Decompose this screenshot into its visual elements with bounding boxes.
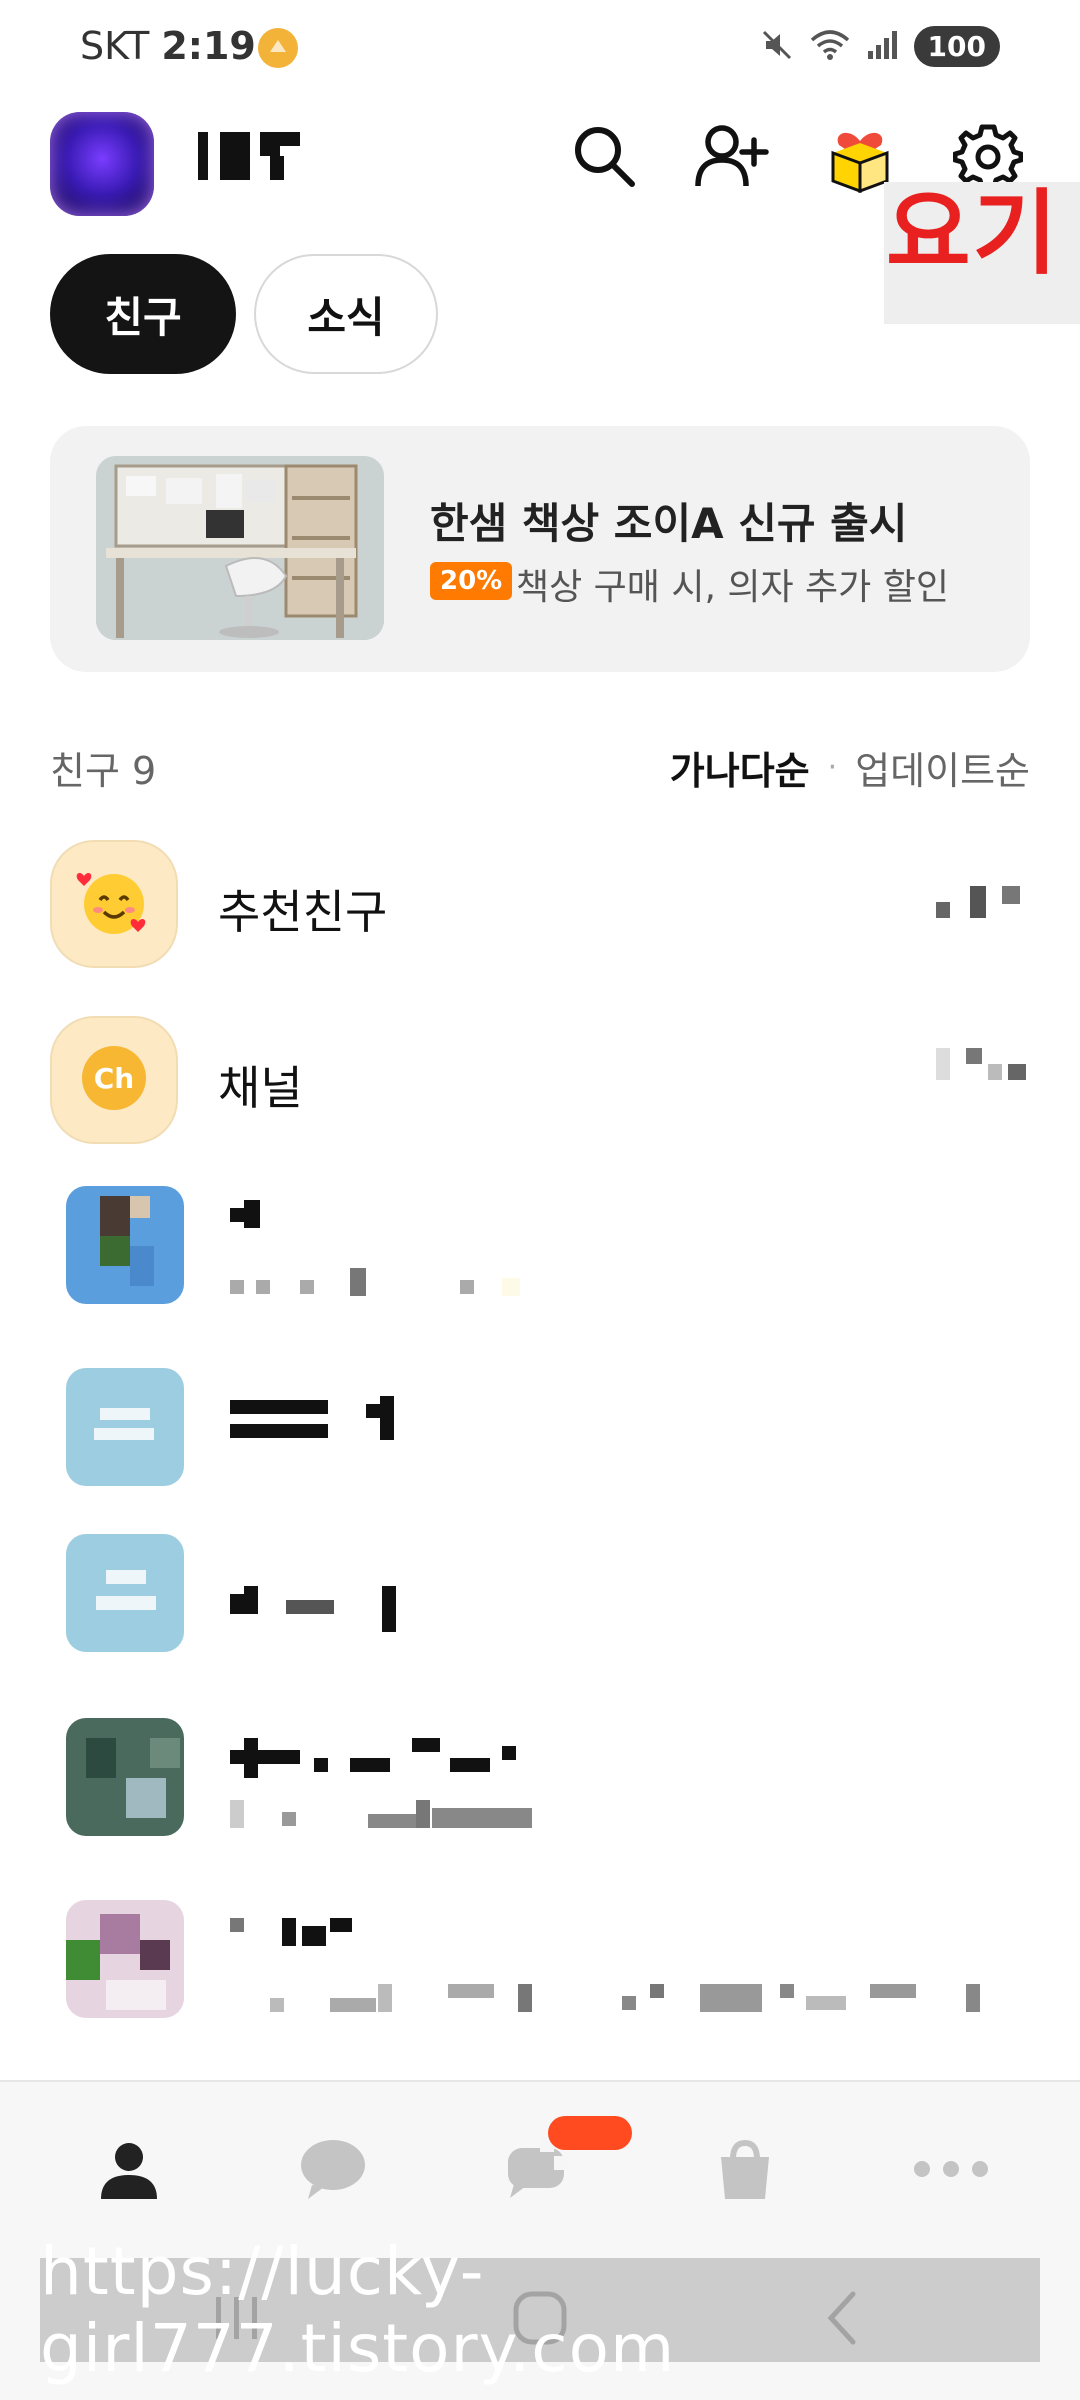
sort-options: 가나다순 · 업데이트순 (670, 740, 1030, 795)
friend-avatar-redacted (66, 1900, 184, 2018)
wifi-icon (810, 28, 850, 66)
friend-avatar-redacted (66, 1534, 184, 1652)
friend-status-redacted (230, 1984, 990, 2012)
svg-text:Ch: Ch (94, 1062, 134, 1095)
carrier-label: SKT (80, 24, 150, 68)
nav-chats[interactable] (278, 2116, 388, 2226)
friend-status-redacted (230, 1800, 540, 1828)
friend-name-redacted (230, 1586, 400, 1632)
nav-more[interactable] (896, 2116, 1006, 2226)
watermark-url: https://lucky-girl777.tistory.com (40, 2233, 1040, 2387)
chat-icon (298, 2137, 368, 2205)
channel-icon-wrap: Ch (50, 1016, 178, 1144)
status-clock: 2:19 (161, 24, 256, 68)
mute-icon (760, 28, 794, 66)
smiling-face-hearts-icon (72, 860, 156, 948)
more-icon (912, 2159, 990, 2183)
friends-count-label: 친구 9 (50, 749, 157, 793)
sort-updated[interactable]: 업데이트순 (855, 740, 1030, 795)
banner-desk-image (96, 456, 384, 640)
new-badge (548, 2116, 632, 2150)
friend-name-redacted (230, 1738, 520, 1778)
battery-indicator: 100 (913, 26, 1000, 67)
friend-name-redacted (230, 1396, 400, 1440)
banner-subtitle: 책상 구매 시, 의자 추가 할인 (516, 567, 949, 608)
banner-title: 한샘 책상 조이A 신규 출시 (430, 499, 908, 548)
annotation-text: 요기 (886, 180, 1060, 287)
channel-label: 채널 (218, 1061, 303, 1115)
discount-badge: 20% (430, 562, 513, 600)
friend-name-redacted (230, 1918, 360, 1958)
friend-status-redacted (230, 1268, 520, 1296)
notification-app-icon (258, 28, 298, 68)
friend-avatar-redacted (66, 1368, 184, 1486)
shopping-icon (713, 2137, 777, 2205)
tab-friends[interactable]: 친구 (50, 254, 236, 374)
friend-name-redacted (230, 1200, 260, 1240)
sort-separator: · (827, 750, 838, 785)
add-friend-button[interactable] (692, 118, 772, 198)
nav-friends[interactable] (74, 2116, 184, 2226)
search-icon (570, 122, 638, 194)
friend-avatar-redacted (66, 1718, 184, 1836)
signal-icon (866, 29, 898, 65)
tab-news[interactable]: 소식 (254, 254, 438, 374)
my-profile-name-redacted[interactable] (198, 128, 302, 184)
my-profile-avatar[interactable] (50, 112, 154, 216)
recommended-friends-icon-wrap (50, 840, 178, 968)
recommended-friends-count-redacted (936, 882, 1026, 922)
recommended-friends-label: 추천친구 (218, 885, 388, 939)
channel-count-redacted (936, 1048, 1026, 1088)
channel-ch-icon: Ch (72, 1036, 156, 1124)
status-icons: 100 (760, 26, 1000, 67)
nav-shopping[interactable] (690, 2116, 800, 2226)
friend-avatar-redacted (66, 1186, 184, 1304)
add-friend-icon (694, 122, 770, 194)
sort-alphabetical[interactable]: 가나다순 (670, 740, 810, 795)
search-button[interactable] (564, 118, 644, 198)
status-carrier: SKT 2:19 (80, 24, 256, 68)
friends-icon (97, 2137, 161, 2205)
